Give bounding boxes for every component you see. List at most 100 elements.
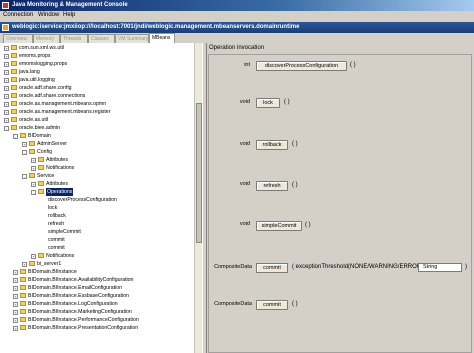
collapse-icon[interactable]: - (22, 174, 27, 179)
connection-tab-label: weblogic:iservice:jmxiiop:///localhost:7… (12, 24, 300, 30)
tree-node-label: commit (48, 237, 65, 243)
tree-node-label: Operations (46, 188, 74, 196)
tree-node-label: rollback (48, 213, 66, 219)
params: ( ) (284, 99, 290, 105)
expand-icon[interactable]: + (4, 118, 9, 123)
expand-icon[interactable]: + (13, 326, 18, 331)
expand-icon[interactable]: + (4, 86, 9, 91)
expand-icon[interactable]: + (31, 166, 36, 171)
expand-icon[interactable]: + (4, 102, 9, 107)
params-close: ) (465, 264, 467, 270)
expand-icon[interactable]: + (4, 110, 9, 115)
folder-icon (11, 101, 17, 106)
folder-icon (11, 85, 17, 90)
operation-invocation-header: Operation invocation (209, 45, 265, 51)
refresh-button[interactable]: refresh (256, 181, 288, 191)
folder-icon (29, 173, 35, 178)
expand-icon[interactable]: + (4, 94, 9, 99)
tree-node-label: com.sun.xml.ws.util (19, 45, 64, 51)
tree-node-label: AdminServer (37, 141, 67, 147)
expand-icon[interactable]: + (4, 54, 9, 59)
rollback-button[interactable]: rollback (256, 140, 288, 150)
expand-icon[interactable]: + (13, 270, 18, 275)
expand-icon[interactable]: + (13, 310, 18, 315)
return-type: void (239, 99, 250, 105)
folder-icon (11, 53, 17, 58)
collapse-icon[interactable]: - (22, 150, 27, 155)
expand-icon[interactable]: + (4, 78, 9, 83)
tree-node-label: Service (37, 173, 55, 179)
folder-icon (11, 117, 17, 122)
tree-node-label: BIDomain.BIInstance.LogConfiguration (28, 301, 118, 307)
discover-process-configuration-button[interactable]: discoverProcessConfiguration (256, 61, 347, 71)
folder-icon (38, 157, 44, 162)
folder-icon (38, 165, 44, 170)
tree-node-label: simpleCommit (48, 229, 81, 235)
tree-node-label: oracle.biee.admin (19, 125, 60, 131)
expand-icon[interactable]: + (22, 262, 27, 267)
expand-icon[interactable]: + (31, 182, 36, 187)
tab-memory[interactable]: Memory (33, 34, 60, 43)
folder-icon (20, 277, 26, 282)
folder-icon (20, 325, 26, 330)
tree-node-label: Config (37, 149, 52, 155)
folder-icon (20, 285, 26, 290)
expand-icon[interactable]: + (13, 302, 18, 307)
folder-icon (29, 261, 35, 266)
expand-icon[interactable]: + (31, 158, 36, 163)
window-title: Java Monitoring & Management Console (12, 2, 128, 8)
folder-icon (38, 181, 44, 186)
tab-overview[interactable]: Overview (3, 34, 33, 43)
params: ( exceptionThreshold(NONE/WARNING/ERROR) (292, 264, 424, 270)
folder-icon (20, 301, 26, 306)
expand-icon[interactable]: + (31, 254, 36, 259)
tree-node-label: oracle.as.management.mbeans.opmn (19, 101, 107, 107)
simple-commit-button[interactable]: simpleCommit (256, 221, 302, 231)
collapse-icon[interactable]: - (13, 134, 18, 139)
tab-vm-summary[interactable]: VM Summary (115, 34, 149, 43)
tree-node-label: BIDomain.BIInstance.PerformanceConfigura… (28, 317, 139, 323)
folder-icon (20, 269, 26, 274)
folder-icon (11, 109, 17, 114)
collapse-icon[interactable]: - (4, 126, 9, 131)
exception-threshold-input[interactable]: String (418, 263, 462, 272)
tree-node-label: Attributes (46, 157, 68, 163)
tree-node-label: bi_server1 (37, 261, 62, 267)
tree-node-label: lock (48, 205, 58, 211)
tab-classes[interactable]: Classes (88, 34, 115, 43)
menu-bar: Connection Window Help (0, 11, 474, 21)
tree-node-label: java.lang (19, 69, 40, 75)
expand-icon[interactable]: + (4, 70, 9, 75)
folder-icon (11, 45, 17, 50)
params: ( ) (350, 62, 356, 68)
return-type: void (239, 141, 250, 147)
tree-node-label: emoms.props (19, 53, 51, 59)
expand-icon[interactable]: + (13, 318, 18, 323)
connection-tab[interactable]: weblogic:iservice:jmxiiop:///localhost:7… (0, 22, 474, 33)
commit-button[interactable]: commit (256, 263, 288, 273)
return-type: void (239, 221, 250, 227)
expand-icon[interactable]: + (13, 294, 18, 299)
folder-icon (11, 61, 17, 66)
app-icon (2, 2, 9, 9)
tree-node-label: oracle.as.management.mbeans.register (19, 109, 111, 115)
expand-icon[interactable]: + (13, 278, 18, 283)
tab-mbeans[interactable]: MBeans (149, 33, 175, 43)
folder-icon (11, 125, 17, 130)
tree-node-label: emomslogging.props (19, 61, 68, 67)
commit-button[interactable]: commit (256, 300, 288, 310)
expand-icon[interactable]: + (22, 142, 27, 147)
expand-icon[interactable]: + (13, 286, 18, 291)
folder-icon (20, 293, 26, 298)
tree-node-label: BIDomain.BIInstance.PresentationConfigur… (28, 325, 139, 331)
expand-icon[interactable]: + (4, 62, 9, 67)
tree-node-label: Notifications (46, 165, 75, 171)
tab-threads[interactable]: Threads (60, 34, 88, 43)
lock-button[interactable]: lock (256, 98, 280, 108)
menu-window[interactable]: Window (38, 12, 59, 18)
collapse-icon[interactable]: - (31, 190, 36, 195)
expand-icon[interactable]: + (4, 46, 9, 51)
menu-connection[interactable]: Connection (3, 12, 33, 18)
menu-help[interactable]: Help (63, 12, 75, 18)
return-type: int (244, 62, 250, 68)
